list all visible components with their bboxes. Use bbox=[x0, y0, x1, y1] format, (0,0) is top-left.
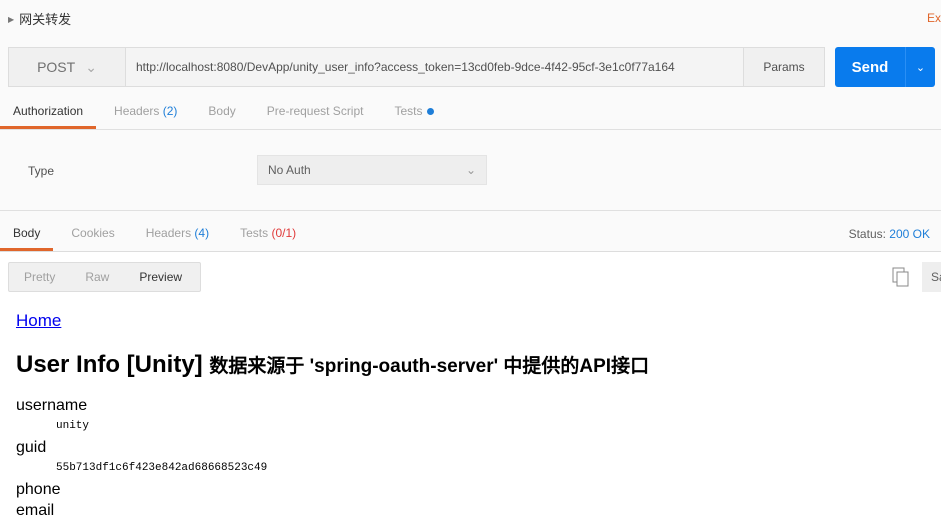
chevron-down-icon: ⌄ bbox=[465, 163, 476, 177]
field-value: 55b713df1c6f423e842ad68668523c49 bbox=[56, 462, 268, 474]
request-tabs: Authorization Headers (2) Body Pre-reque… bbox=[0, 96, 452, 129]
heading-text: User Info [Unity] bbox=[16, 351, 203, 378]
params-button[interactable]: Params bbox=[743, 48, 824, 86]
view-mode-group: Pretty Raw Preview bbox=[8, 262, 201, 292]
view-preview[interactable]: Preview bbox=[124, 270, 197, 284]
save-response-button[interactable]: Sa bbox=[922, 262, 941, 292]
status-value: 200 OK bbox=[889, 227, 930, 241]
auth-type-value: No Auth bbox=[268, 163, 311, 177]
send-dropdown-chevron-icon[interactable]: ⌄ bbox=[905, 47, 935, 87]
response-tabs: Body Cookies Headers (4) Tests (0/1) bbox=[0, 218, 314, 251]
auth-type-select[interactable]: No Auth ⌄ bbox=[257, 155, 487, 185]
tab-pre-request-script[interactable]: Pre-request Script bbox=[254, 96, 377, 129]
tab-authorization[interactable]: Authorization bbox=[0, 96, 97, 129]
method-value: POST bbox=[37, 59, 76, 75]
method-select[interactable]: POST ⌄ bbox=[9, 48, 126, 86]
tab-tests[interactable]: Tests bbox=[381, 96, 446, 129]
title-text: 网关转发 bbox=[19, 12, 72, 27]
response-header: Body Cookies Headers (4) Tests (0/1) Sta… bbox=[0, 211, 941, 252]
tab-cookies[interactable]: Cookies bbox=[58, 218, 127, 251]
send-button[interactable]: Send ⌄ bbox=[835, 47, 935, 87]
tab-label: Tests bbox=[394, 104, 423, 118]
tab-response-headers[interactable]: Headers (4) bbox=[133, 218, 222, 251]
collection-title[interactable]: ▶ 网关转发 bbox=[8, 9, 71, 28]
tab-label: Tests bbox=[240, 226, 269, 240]
tab-count: (4) bbox=[194, 226, 210, 240]
status: Status: 200 OK bbox=[849, 227, 930, 241]
tab-headers[interactable]: Headers (2) bbox=[101, 96, 190, 129]
page-heading: User Info [Unity] 数据来源于 'spring-oauth-se… bbox=[16, 351, 649, 379]
html-preview: Home User Info [Unity] 数据来源于 'spring-oau… bbox=[16, 311, 649, 521]
divider bbox=[0, 129, 941, 130]
chevron-down-icon: ⌄ bbox=[85, 58, 97, 75]
tab-count: (2) bbox=[162, 104, 178, 118]
field-name: username bbox=[16, 397, 88, 414]
request-panel: ▶ 网关转发 Ex POST ⌄ http://localhost:8080/Dev… bbox=[0, 0, 941, 210]
tab-count: (0/1) bbox=[271, 226, 297, 240]
field-name: email bbox=[16, 502, 55, 519]
home-link[interactable]: Home bbox=[16, 311, 61, 330]
send-label: Send bbox=[851, 58, 889, 76]
field-name: phone bbox=[16, 481, 61, 498]
url-input[interactable]: http://localhost:8080/DevApp/unity_user_… bbox=[126, 48, 743, 86]
heading-subtext: 数据来源于 'spring-oauth-server' 中提供的API接口 bbox=[209, 356, 650, 377]
examples-link[interactable]: Ex bbox=[927, 11, 941, 25]
auth-type-label: Type bbox=[28, 164, 55, 178]
view-raw[interactable]: Raw bbox=[70, 270, 124, 284]
view-pretty[interactable]: Pretty bbox=[9, 270, 70, 284]
field-value: unity bbox=[56, 420, 90, 432]
caret-right-icon: ▶ bbox=[8, 15, 15, 24]
tab-label: Headers bbox=[145, 226, 192, 240]
status-label: Status: bbox=[848, 227, 886, 241]
tab-body[interactable]: Body bbox=[195, 96, 248, 129]
tab-response-body[interactable]: Body bbox=[0, 218, 54, 251]
copy-icon[interactable] bbox=[892, 267, 910, 287]
request-bar: POST ⌄ http://localhost:8080/DevApp/unity… bbox=[8, 47, 825, 87]
field-name: guid bbox=[16, 439, 47, 456]
tab-label: Headers bbox=[114, 104, 160, 118]
tab-test-results[interactable]: Tests (0/1) bbox=[227, 218, 309, 251]
dot-indicator-icon bbox=[426, 108, 434, 115]
